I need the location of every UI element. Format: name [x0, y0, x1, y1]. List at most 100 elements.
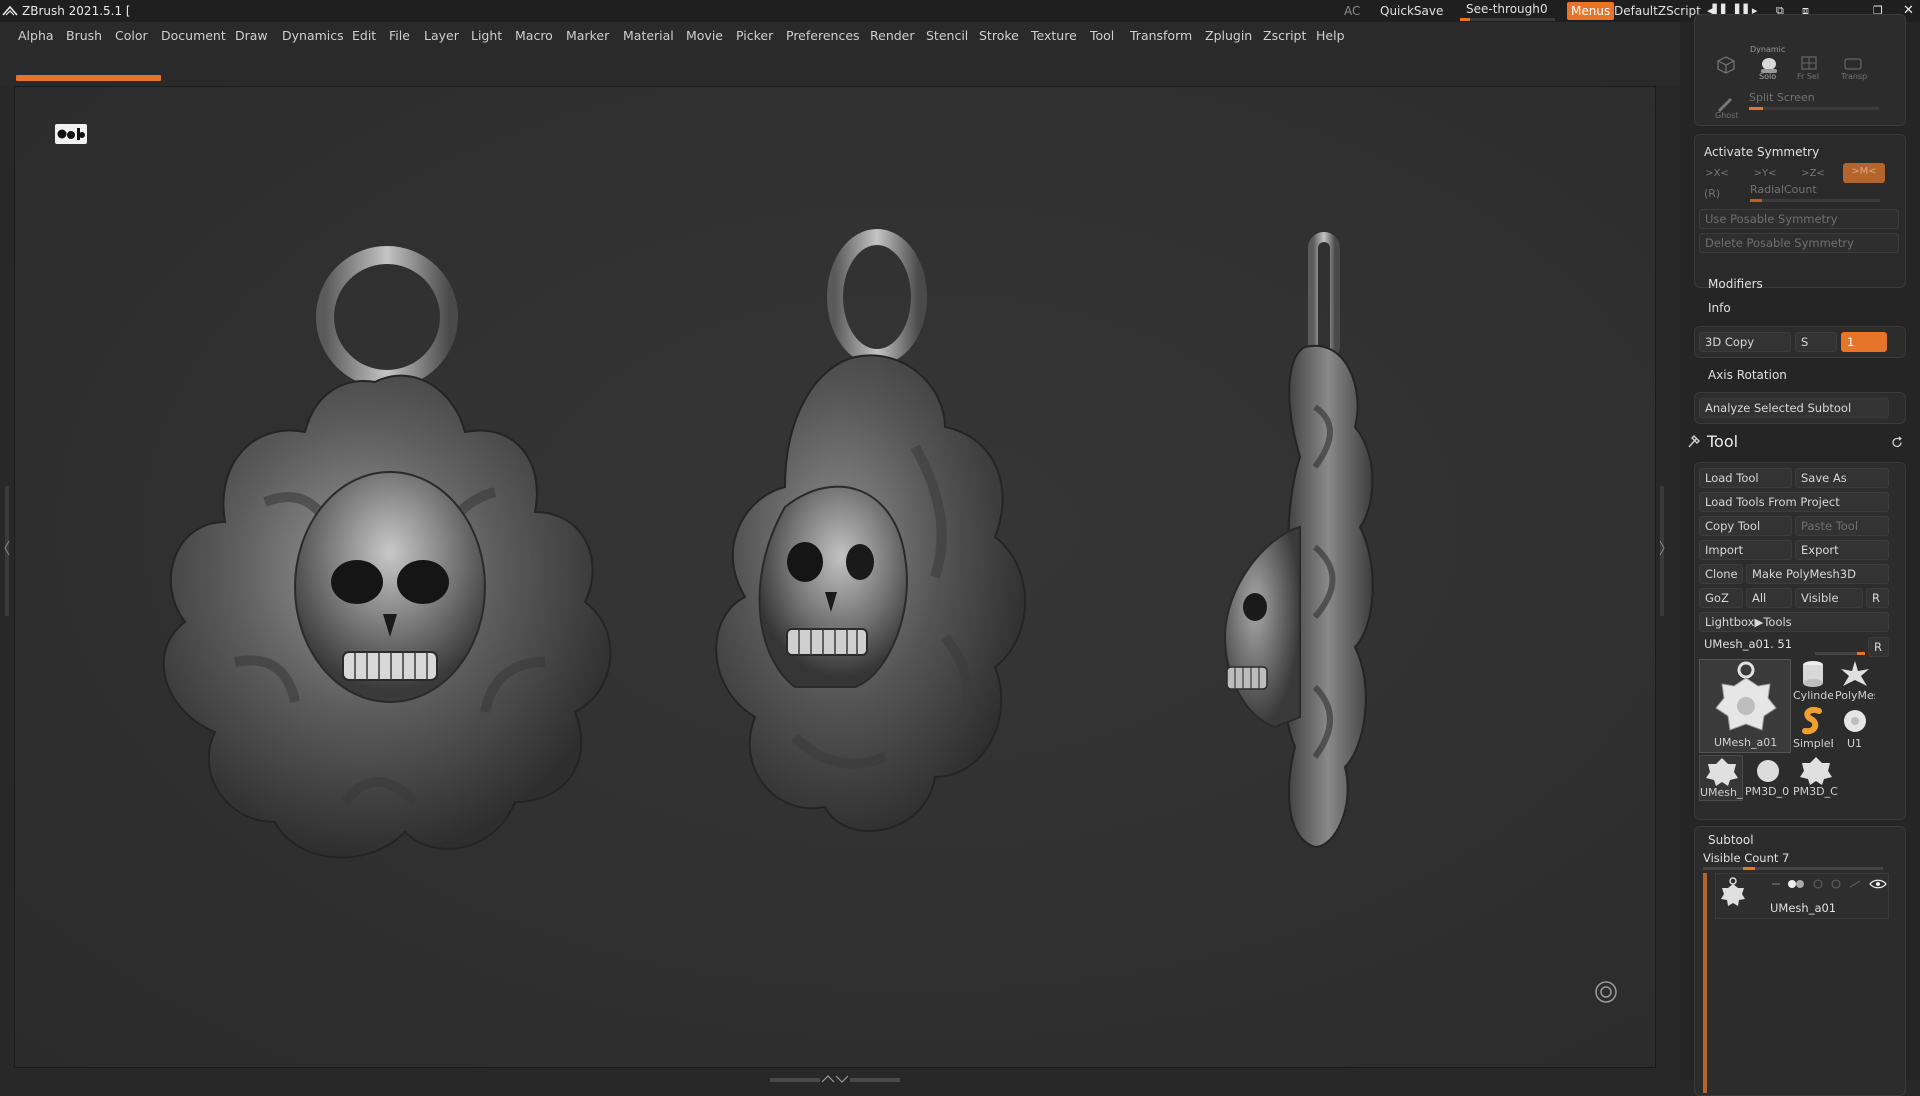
subtool-item[interactable]: UMesh_a01 — [1715, 873, 1889, 919]
goz-visible-button[interactable]: Visible — [1795, 588, 1863, 608]
ac-toggle[interactable]: AC — [1344, 0, 1360, 22]
ghost-button[interactable]: Ghost — [1713, 95, 1741, 123]
active-document-tab[interactable] — [16, 75, 161, 81]
symmetry-z-button[interactable]: >Z< — [1793, 165, 1833, 183]
tool-thumb-pm3d-1[interactable]: PM3D_0 — [1745, 755, 1791, 801]
menu-document[interactable]: Document — [161, 28, 226, 43]
3d-copy-value-field[interactable]: 1 — [1841, 332, 1887, 352]
menu-dynamics[interactable]: Dynamics — [282, 28, 344, 43]
symmetry-x-button[interactable]: >X< — [1697, 165, 1737, 183]
subtool-toggles-icon[interactable] — [1770, 878, 1888, 890]
transp-button[interactable]: Transp — [1839, 55, 1869, 83]
copy-tool-button[interactable]: Copy Tool — [1699, 516, 1792, 536]
menu-tool[interactable]: Tool — [1090, 28, 1114, 43]
tool-thumb-u1[interactable]: U1 — [1835, 705, 1875, 751]
pendant-three-quarter-view-model[interactable] — [685, 217, 1055, 887]
menu-layer[interactable]: Layer — [424, 28, 459, 43]
subtool-header[interactable]: Subtool — [1708, 833, 1754, 847]
refresh-icon[interactable] — [1891, 436, 1904, 449]
subtool-thumb-icon — [1721, 877, 1745, 906]
menu-picker[interactable]: Picker — [736, 28, 773, 43]
menu-zscript[interactable]: Zscript — [1263, 28, 1306, 43]
use-posable-symmetry-button[interactable]: Use Posable Symmetry — [1699, 209, 1899, 229]
canvas-viewport[interactable] — [14, 86, 1656, 1068]
bottom-tray-handle[interactable] — [770, 1069, 900, 1083]
make-polymesh3d-button[interactable]: Make PolyMesh3D — [1746, 564, 1889, 584]
menu-marker[interactable]: Marker — [566, 28, 609, 43]
solo-button[interactable]: Solo — [1755, 55, 1783, 83]
menu-draw[interactable]: Draw — [235, 28, 268, 43]
menu-stroke[interactable]: Stroke — [979, 28, 1019, 43]
symmetry-y-button[interactable]: >Y< — [1745, 165, 1785, 183]
menu-texture[interactable]: Texture — [1031, 28, 1077, 43]
menu-zplugin[interactable]: Zplugin — [1205, 28, 1252, 43]
tool-thumb-pm3d-2[interactable]: PM3D_C — [1793, 755, 1839, 801]
subtool-list-scrollbar[interactable] — [1703, 873, 1707, 1093]
menus-button[interactable]: Menus — [1567, 2, 1615, 20]
export-button[interactable]: Export — [1795, 540, 1889, 560]
import-button[interactable]: Import — [1699, 540, 1792, 560]
modifiers-header[interactable]: Modifiers — [1708, 277, 1763, 291]
delete-posable-symmetry-button[interactable]: Delete Posable Symmetry — [1699, 233, 1899, 253]
quicksave-button[interactable]: QuickSave — [1380, 0, 1443, 22]
visible-count-label: Visible Count 7 — [1703, 851, 1790, 865]
save-as-button[interactable]: Save As — [1795, 468, 1889, 488]
default-zscript-button[interactable]: DefaultZScript — [1614, 0, 1701, 22]
menu-edit[interactable]: Edit — [352, 28, 376, 43]
3d-copy-button[interactable]: 3D Copy — [1699, 332, 1791, 352]
radial-count-slider[interactable] — [1750, 199, 1880, 202]
visible-count-slider[interactable] — [1703, 867, 1883, 870]
pendant-side-view-model[interactable] — [1205, 227, 1405, 877]
goz-button[interactable]: GoZ — [1699, 588, 1743, 608]
clone-button[interactable]: Clone — [1699, 564, 1743, 584]
goz-all-button[interactable]: All — [1746, 588, 1792, 608]
menu-brush[interactable]: Brush — [66, 28, 102, 43]
tool-thumb-simpleb[interactable]: SimpleB — [1793, 705, 1833, 751]
transp-label: Transp — [1841, 72, 1868, 81]
tool-thumb-umesh-a01[interactable]: UMesh_a01 — [1699, 659, 1791, 753]
split-screen-slider[interactable] — [1749, 107, 1879, 110]
menu-render[interactable]: Render — [870, 28, 915, 43]
tool-thumb-polymesh[interactable]: PolyMes — [1835, 659, 1875, 703]
menu-help[interactable]: Help — [1316, 28, 1345, 43]
current-tool-slider[interactable] — [1815, 652, 1865, 655]
lightbox-tools-button[interactable]: Lightbox▶Tools — [1699, 612, 1889, 632]
3d-copy-s-button[interactable]: S — [1795, 332, 1837, 352]
radial-count-fill — [1750, 199, 1762, 202]
tool-thumb-cylinder[interactable]: Cylinder — [1793, 659, 1833, 703]
goz-r-button[interactable]: R — [1866, 588, 1889, 608]
perspective-toggle-icon[interactable] — [1594, 980, 1618, 1004]
cube-icon[interactable] — [1716, 55, 1736, 75]
menu-material[interactable]: Material — [623, 28, 674, 43]
frsel-button[interactable]: Fr Sel — [1795, 55, 1825, 83]
menu-file[interactable]: File — [389, 28, 410, 43]
umesh-small-thumb-image — [1706, 758, 1738, 786]
menu-light[interactable]: Light — [471, 28, 502, 43]
tool-thumb-umesh-small[interactable]: UMesh_ — [1699, 755, 1743, 801]
load-tools-from-project-button[interactable]: Load Tools From Project — [1699, 492, 1889, 512]
radial-r-button[interactable]: (R) — [1704, 187, 1720, 200]
menu-macro[interactable]: Macro — [515, 28, 553, 43]
axis-rotation-header[interactable]: Axis Rotation — [1708, 368, 1787, 382]
pendant-front-view-model[interactable] — [115, 242, 655, 892]
menu-stencil[interactable]: Stencil — [926, 28, 968, 43]
analyze-selected-subtool-button[interactable]: Analyze Selected Subtool — [1699, 398, 1889, 418]
see-through-track — [1460, 18, 1555, 21]
info-header[interactable]: Info — [1708, 301, 1731, 315]
see-through-fill — [1460, 18, 1470, 21]
menu-color[interactable]: Color — [115, 28, 148, 43]
menu-movie[interactable]: Movie — [686, 28, 723, 43]
transform-options-box: Dynamic Solo Fr Sel Transp Ghost Split S… — [1694, 14, 1906, 126]
menu-preferences[interactable]: Preferences — [786, 28, 860, 43]
paste-tool-button[interactable]: Paste Tool — [1795, 516, 1889, 536]
right-tray-handle[interactable] — [1659, 486, 1665, 616]
current-tool-r-button[interactable]: R — [1868, 637, 1889, 657]
tool-header[interactable]: Tool — [1707, 432, 1738, 451]
load-tool-button[interactable]: Load Tool — [1699, 468, 1792, 488]
left-tray-handle[interactable] — [4, 486, 10, 616]
symmetry-m-button[interactable]: >M< — [1843, 163, 1885, 183]
activate-symmetry-button[interactable]: Activate Symmetry — [1704, 145, 1819, 159]
menu-alpha[interactable]: Alpha — [18, 28, 54, 43]
menu-transform[interactable]: Transform — [1130, 28, 1192, 43]
see-through-slider[interactable]: See-through 0 — [1460, 1, 1555, 21]
